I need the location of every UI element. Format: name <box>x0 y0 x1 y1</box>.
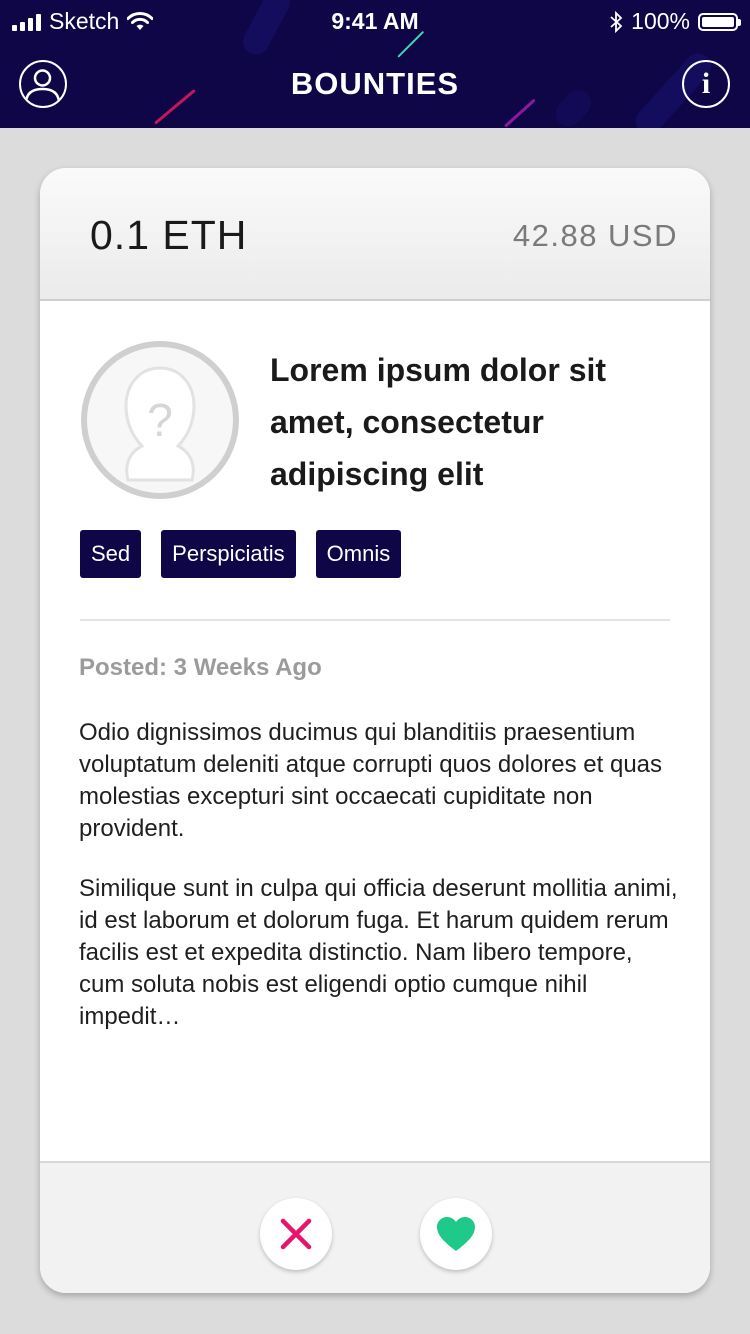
bluetooth-icon <box>610 10 623 33</box>
page-title: BOUNTIES <box>290 66 460 101</box>
bounty-title: Lorem ipsum dolor sit amet, consectetur … <box>270 352 607 492</box>
posted-date: Posted: 3 Weeks Ago <box>79 654 322 681</box>
description-paragraph: Similique sunt in culpa qui officia dese… <box>79 875 678 1030</box>
card-header: 0.1 ETH 42.88 USD <box>40 168 710 301</box>
unknown-user-icon: ? <box>81 341 239 499</box>
app-header: Sketch 9:41 AM 100% BOUNTIES i <box>0 0 750 128</box>
divider <box>80 619 670 621</box>
reject-button[interactable] <box>260 1198 332 1270</box>
header-decoration <box>503 98 536 128</box>
info-icon: i <box>701 67 711 100</box>
description-paragraph: Odio dignissimos ducimus qui blanditiis … <box>79 719 663 842</box>
bounty-card[interactable]: 0.1 ETH 42.88 USD ? Lorem ipsum dolor si… <box>40 168 710 1293</box>
info-button[interactable]: i <box>682 60 730 108</box>
like-button[interactable] <box>420 1198 492 1270</box>
tag-badge[interactable]: Sed <box>80 530 142 578</box>
bounty-usd-value: 42.88 USD <box>512 218 678 253</box>
bounty-description: Odio dignissimos ducimus qui blanditiis … <box>79 717 679 1061</box>
svg-text:?: ? <box>147 394 173 446</box>
status-bar: Sketch 9:41 AM 100% <box>0 0 750 40</box>
bounty-amount: 0.1 ETH <box>90 212 248 258</box>
close-icon <box>280 1218 312 1250</box>
heart-icon <box>437 1217 475 1251</box>
tag-list: Sed Perspiciatis Omnis <box>80 530 402 578</box>
battery-icon <box>698 12 741 31</box>
tag-badge[interactable]: Omnis <box>315 530 402 578</box>
card-actions <box>40 1161 710 1293</box>
battery-percent: 100% <box>631 8 690 34</box>
tag-badge[interactable]: Perspiciatis <box>161 530 296 578</box>
